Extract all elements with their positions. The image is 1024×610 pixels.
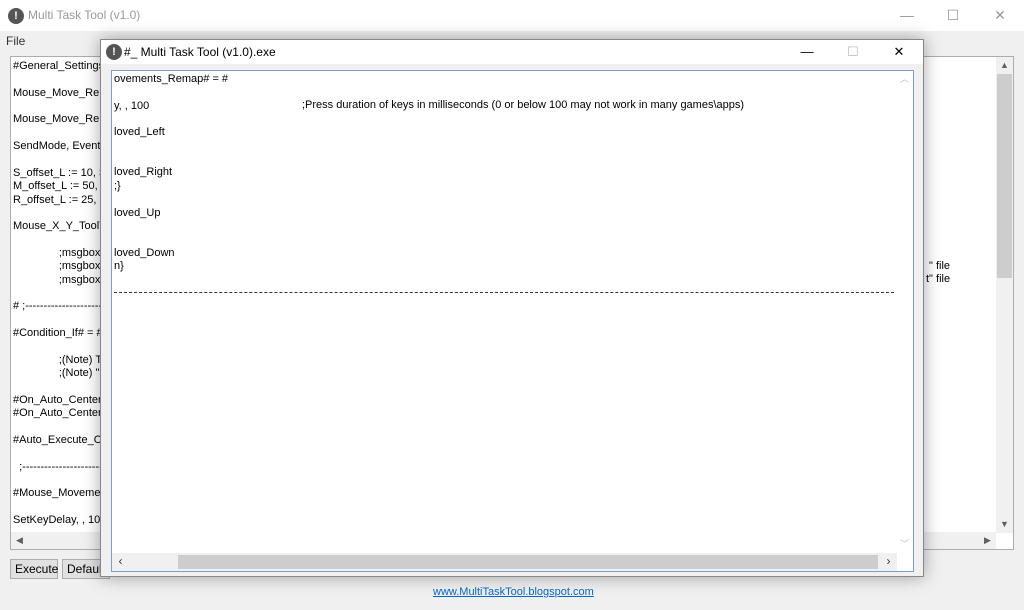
scroll-down-icon[interactable]: ▼ <box>996 516 1013 533</box>
editor-line: #Auto_Execute_O <box>13 433 103 446</box>
editor-line: #General_Settings <box>13 60 105 72</box>
editor-line: ;msgbox <box>13 273 101 286</box>
maximize-button[interactable]: ☐ <box>830 40 876 64</box>
editor-line: loved_Up <box>114 206 161 219</box>
window-title: Multi Task Tool (v1.0) <box>28 8 141 22</box>
editor-line: ;(Note) T <box>13 353 103 366</box>
title-bar: ! #_ Multi Task Tool (v1.0).exe — ☐ ✕ <box>101 40 923 64</box>
editor-line: Mouse_Move_Rem <box>13 113 109 126</box>
editor-line: ;msgbox <box>13 260 101 273</box>
editor-line: #Condition_If# = # <box>13 327 103 339</box>
script-viewer[interactable]: ovements_Remap# = # y, , 100 loved_Leftlov… <box>111 70 914 572</box>
editor-line: loved_Right <box>114 166 173 179</box>
editor-line: loved_Left <box>114 126 165 139</box>
editor-text-fragment: t" file <box>926 273 951 285</box>
scroll-left-icon[interactable]: ◀ <box>11 532 28 549</box>
editor-line: y, , 100 <box>114 99 150 112</box>
website-link[interactable]: www.MultiTaskTool.blogspot.com <box>433 586 594 598</box>
close-button[interactable]: ✕ <box>977 0 1023 31</box>
separator-line <box>114 292 894 293</box>
editor-line: SendMode, Event <box>13 140 101 153</box>
maximize-button[interactable]: ☐ <box>930 0 976 31</box>
scroll-thumb[interactable] <box>178 555 878 569</box>
editor-line: R_offset_L := 25, F <box>13 193 107 206</box>
editor-text-fragment: " file <box>929 260 951 272</box>
editor-line: ;(Note) " <box>13 367 100 380</box>
editor-line: Mouse_X_Y_ToolT <box>13 220 106 233</box>
editor-line: #On_Auto_Center <box>13 393 102 406</box>
scroll-up-icon[interactable]: ▲ <box>996 57 1013 74</box>
editor-line: loved_Down <box>114 246 175 259</box>
editor-line: SetKeyDelay, , 100 <box>13 513 107 526</box>
app-icon: ! <box>8 8 24 24</box>
menu-file[interactable]: File <box>6 34 25 48</box>
editor-line: #On_Auto_Center <box>13 407 102 420</box>
scroll-right-icon[interactable]: › <box>880 553 897 570</box>
scroll-right-icon[interactable]: ▶ <box>979 532 996 549</box>
editor-line: ;msgbox <box>13 246 101 259</box>
editor-line: Mouse_Move_Rem <box>13 86 109 99</box>
editor-line: S_offset_L := 10, S <box>13 166 107 179</box>
execute-button[interactable]: Execute <box>10 559 58 579</box>
window-title: #_ Multi Task Tool (v1.0).exe <box>124 45 276 59</box>
scroll-thumb[interactable] <box>997 74 1012 278</box>
key-delay-comment: ;Press duration of keys in milliseconds … <box>302 99 745 111</box>
scroll-down-icon[interactable]: ﹀ <box>896 536 913 553</box>
editor-line: n} <box>114 259 124 272</box>
close-button[interactable]: ✕ <box>876 40 922 64</box>
vertical-scrollbar[interactable]: ▲ ▼ <box>996 57 1013 533</box>
editor-line: ;----------------------- <box>13 460 107 473</box>
minimize-button[interactable]: — <box>884 0 930 31</box>
editor-line: # ;----------------------- <box>13 300 110 313</box>
editor-line: ;} <box>114 179 121 192</box>
editor-line: M_offset_L := 50, M <box>13 180 110 193</box>
scroll-left-icon[interactable]: ‹ <box>112 553 129 570</box>
minimize-button[interactable]: — <box>784 40 830 64</box>
scroll-up-icon[interactable]: ︿ <box>896 71 913 88</box>
exe-window: ! #_ Multi Task Tool (v1.0).exe — ☐ ✕ ov… <box>100 39 924 577</box>
editor-line: ovements_Remap# = # <box>114 73 229 85</box>
horizontal-scrollbar[interactable]: ‹ › <box>112 553 897 571</box>
app-icon: ! <box>106 44 122 60</box>
title-bar: ! Multi Task Tool (v1.0) — ☐ ✕ <box>0 0 1024 31</box>
editor-line: #Mouse_Movemer <box>13 487 105 500</box>
vertical-scrollbar[interactable]: ︿ ﹀ <box>896 71 913 553</box>
